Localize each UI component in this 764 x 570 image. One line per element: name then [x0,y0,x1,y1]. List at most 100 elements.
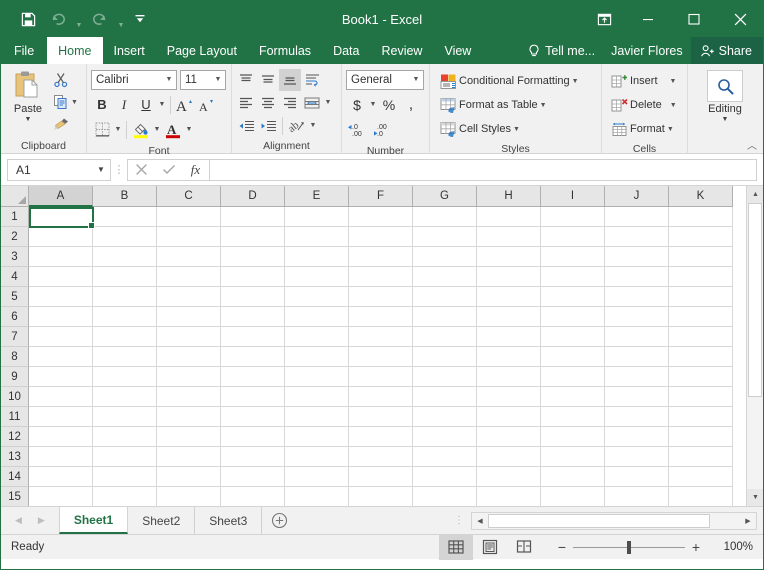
cell-H9[interactable] [477,367,541,387]
cell-E2[interactable] [285,227,349,247]
format-as-table-caret[interactable]: ▼ [540,102,547,109]
align-right-button[interactable] [279,92,301,114]
cell-K4[interactable] [669,267,733,287]
cell-A8[interactable] [29,347,93,367]
cell-C3[interactable] [157,247,221,267]
cell-H12[interactable] [477,427,541,447]
column-header-k[interactable]: K [669,186,733,207]
cell-B7[interactable] [93,327,157,347]
column-header-j[interactable]: J [605,186,669,207]
cell-C6[interactable] [157,307,221,327]
cell-I9[interactable] [541,367,605,387]
cell-E11[interactable] [285,407,349,427]
cell-E8[interactable] [285,347,349,367]
scroll-down-button[interactable]: ▼ [747,489,764,506]
cell-H3[interactable] [477,247,541,267]
page-layout-view-button[interactable] [473,535,507,560]
account-name[interactable]: Javier Flores [603,37,691,64]
format-cells-button[interactable]: Format ▼ [609,117,679,141]
fill-handle[interactable] [88,222,95,229]
delete-cells-button[interactable]: Delete ▼ [609,93,679,117]
column-header-a[interactable]: A [29,186,93,207]
cell-I6[interactable] [541,307,605,327]
row-header-2[interactable]: 2 [1,227,29,247]
row-header-13[interactable]: 13 [1,447,29,467]
zoom-out-button[interactable]: − [551,539,573,555]
cell-styles-button[interactable]: Cell Styles ▼ [438,117,581,141]
cell-A3[interactable] [29,247,93,267]
copy-dropdown-caret[interactable]: ▼ [71,99,78,106]
close-button[interactable] [717,1,763,37]
cell-F8[interactable] [349,347,413,367]
cell-G5[interactable] [413,287,477,307]
cell-K2[interactable] [669,227,733,247]
cell-G13[interactable] [413,447,477,467]
scroll-up-button[interactable]: ▲ [747,186,764,203]
cell-G6[interactable] [413,307,477,327]
font-name-dropdown-icon[interactable]: ▼ [162,76,176,83]
align-center-button[interactable] [257,92,279,114]
cell-K6[interactable] [669,307,733,327]
orientation-button[interactable]: ab [286,115,308,137]
cell-F13[interactable] [349,447,413,467]
cell-A7[interactable] [29,327,93,347]
cell-I13[interactable] [541,447,605,467]
zoom-slider-thumb[interactable] [627,541,631,554]
cell-B3[interactable] [93,247,157,267]
cell-H2[interactable] [477,227,541,247]
horizontal-splitter[interactable]: ⋮ [447,507,471,534]
cell-B15[interactable] [93,487,157,506]
underline-dropdown-caret[interactable]: ▼ [157,101,167,108]
font-color-button[interactable]: A [162,119,184,141]
cell-J9[interactable] [605,367,669,387]
cell-F5[interactable] [349,287,413,307]
cell-D6[interactable] [221,307,285,327]
sheet-tab-sheet1[interactable]: Sheet1 [59,506,128,534]
cell-G12[interactable] [413,427,477,447]
cell-J10[interactable] [605,387,669,407]
editing-button[interactable]: Editing ▼ [699,67,751,138]
row-header-9[interactable]: 9 [1,367,29,387]
cell-K13[interactable] [669,447,733,467]
insert-function-button[interactable]: fx [182,160,209,180]
row-header-4[interactable]: 4 [1,267,29,287]
conditional-formatting-button[interactable]: Conditional Formatting ▼ [438,69,581,93]
cell-H14[interactable] [477,467,541,487]
cell-H1[interactable] [477,207,541,227]
cell-C8[interactable] [157,347,221,367]
customize-quick-access-toolbar-button[interactable] [127,6,153,32]
cell-B5[interactable] [93,287,157,307]
cell-D1[interactable] [221,207,285,227]
cell-J6[interactable] [605,307,669,327]
horizontal-scroll-thumb[interactable] [488,514,710,528]
cell-J7[interactable] [605,327,669,347]
redo-button[interactable]: ▼ [85,3,127,36]
cell-J1[interactable] [605,207,669,227]
tell-me-button[interactable]: Tell me... [520,37,603,64]
vertical-scroll-track[interactable] [747,203,763,489]
cell-H15[interactable] [477,487,541,506]
cell-D8[interactable] [221,347,285,367]
row-header-7[interactable]: 7 [1,327,29,347]
bold-button[interactable]: B [91,94,113,116]
cell-K9[interactable] [669,367,733,387]
cell-C11[interactable] [157,407,221,427]
cell-B9[interactable] [93,367,157,387]
merge-dropdown-caret[interactable]: ▼ [323,99,333,106]
horizontal-scrollbar[interactable]: ◀ ▶ [471,512,757,530]
cell-C7[interactable] [157,327,221,347]
cell-E15[interactable] [285,487,349,506]
orientation-dropdown-caret[interactable]: ▼ [308,122,318,129]
conditional-formatting-caret[interactable]: ▼ [572,78,579,85]
cell-G7[interactable] [413,327,477,347]
cell-I15[interactable] [541,487,605,506]
cell-J3[interactable] [605,247,669,267]
cancel-entry-button[interactable] [128,160,155,180]
cell-D10[interactable] [221,387,285,407]
cell-J15[interactable] [605,487,669,506]
row-header-14[interactable]: 14 [1,467,29,487]
cell-F1[interactable] [349,207,413,227]
cell-B13[interactable] [93,447,157,467]
cell-K12[interactable] [669,427,733,447]
tab-data[interactable]: Data [322,37,370,64]
